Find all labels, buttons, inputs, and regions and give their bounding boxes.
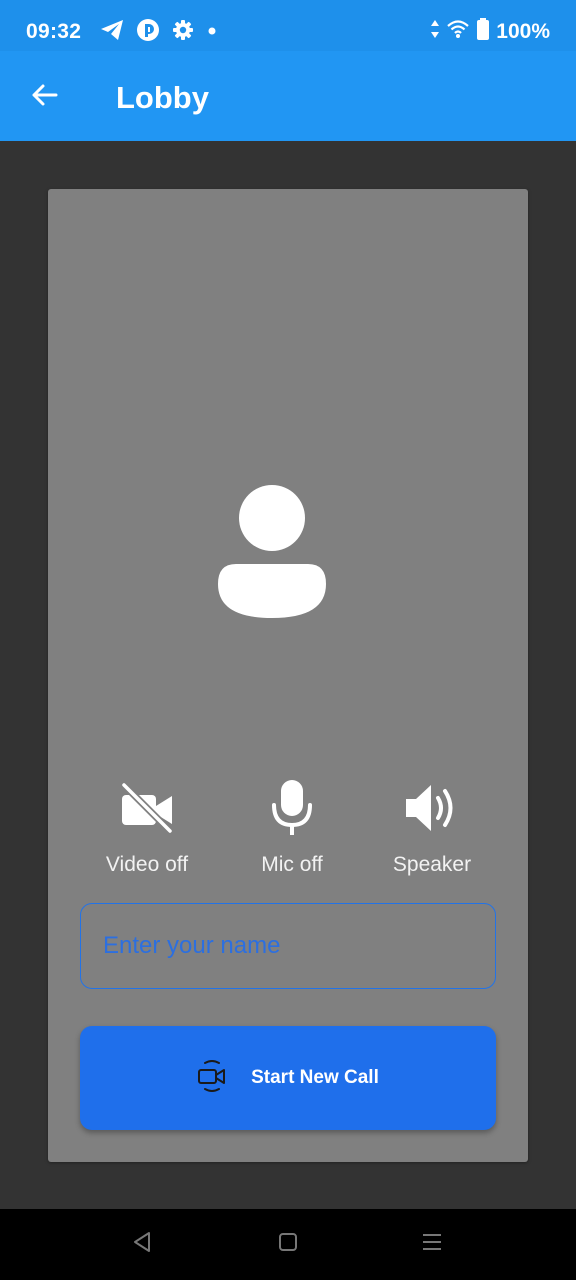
telegram-icon (100, 19, 124, 46)
battery-percent: 100% (496, 19, 550, 43)
arrow-back-icon (30, 83, 58, 112)
speaker-icon (377, 779, 487, 837)
dot-icon (206, 24, 218, 42)
status-time: 09:32 (26, 20, 82, 43)
nav-home-button[interactable] (273, 1229, 303, 1259)
settings-icon (172, 19, 194, 46)
name-field[interactable] (80, 903, 496, 989)
start-new-call-label: Start New Call (251, 1067, 379, 1088)
call-controls: Video off Mic off Speaker (88, 779, 488, 889)
status-bar: 09:32 100% (0, 0, 576, 51)
menu-lines-icon (421, 1231, 443, 1258)
video-off-icon (92, 779, 202, 837)
nav-back-button[interactable] (127, 1229, 157, 1259)
mic-icon (237, 779, 347, 837)
video-toggle-label: Video off (105, 853, 189, 876)
page-title: Lobby (116, 80, 209, 115)
data-arrows-icon (430, 19, 440, 44)
home-square-icon (277, 1231, 299, 1258)
speaker-toggle-label: Speaker (392, 853, 472, 876)
mic-toggle-button[interactable]: Mic off (237, 779, 347, 889)
mic-toggle-label: Mic off (261, 853, 323, 876)
lobby-card: Video off Mic off Speaker Enter your nam… (48, 189, 528, 1162)
wifi-icon (446, 19, 470, 44)
back-button[interactable] (22, 77, 66, 117)
app-bar: Lobby (0, 51, 576, 141)
video-toggle-button[interactable]: Video off (92, 779, 202, 889)
start-new-call-button[interactable]: Start New Call (80, 1026, 496, 1130)
person-icon (218, 484, 326, 618)
back-triangle-icon (131, 1230, 153, 1259)
status-icons-right: 100% (430, 18, 550, 45)
nav-menu-button[interactable] (417, 1229, 447, 1259)
status-icons-left (100, 18, 218, 47)
speaker-toggle-button[interactable]: Speaker (377, 779, 487, 889)
name-input[interactable] (81, 904, 495, 988)
video-call-icon (197, 1059, 227, 1098)
app-icon (136, 18, 160, 47)
battery-icon (476, 18, 490, 45)
system-nav-bar (0, 1209, 576, 1280)
